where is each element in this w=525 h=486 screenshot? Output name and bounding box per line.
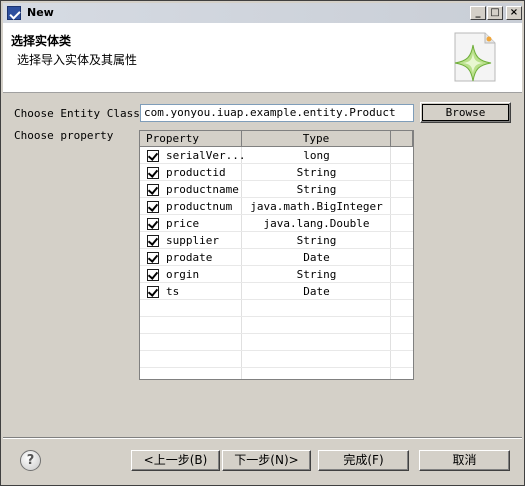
table-row[interactable]: serialVer... long	[140, 147, 413, 164]
back-button[interactable]: <上一步(B)	[131, 450, 220, 471]
table-row[interactable]: prodate Date	[140, 249, 413, 266]
cancel-button[interactable]: 取消	[419, 450, 510, 471]
checkbox-checked-icon[interactable]	[147, 201, 159, 213]
property-name-cell: orgin	[166, 268, 200, 281]
page-title: 选择实体类	[11, 34, 72, 48]
table-row[interactable]: productname String	[140, 181, 413, 198]
property-type-cell: java.math.BigInteger	[250, 200, 383, 213]
table-header: Property Type	[140, 131, 413, 147]
window-title: New	[27, 6, 54, 19]
wizard-banner-icon	[454, 32, 496, 82]
property-name-cell: ts	[166, 285, 180, 298]
checkbox-checked-icon[interactable]	[147, 218, 159, 230]
new-wizard-dialog: New _ □ × 选择实体类 选择导入实体及其属性 Choose Entity…	[0, 0, 525, 486]
title-bar[interactable]: New _ □ ×	[3, 3, 522, 23]
choose-property-label: Choose property	[14, 129, 114, 142]
checkbox-checked-icon[interactable]	[147, 167, 159, 179]
wizard-header: 选择实体类 选择导入实体及其属性	[3, 23, 522, 93]
checkbox-checked-icon[interactable]	[147, 150, 159, 162]
minimize-button[interactable]: _	[470, 6, 486, 20]
property-type-cell: java.lang.Double	[263, 217, 370, 230]
property-type-cell: Date	[303, 285, 330, 298]
page-subtitle: 选择导入实体及其属性	[17, 53, 138, 67]
checkbox-checked-icon[interactable]	[147, 252, 159, 264]
property-name-cell: productname	[166, 183, 239, 196]
browse-button[interactable]: Browse	[420, 102, 511, 123]
empty-row	[140, 351, 413, 368]
table-row[interactable]: ts Date	[140, 283, 413, 300]
property-table[interactable]: Property Type serialVer... long productid S…	[139, 130, 414, 380]
property-name-cell: serialVer...	[166, 149, 246, 162]
column-header-filler	[391, 131, 413, 147]
empty-row	[140, 300, 413, 317]
property-type-cell: String	[296, 234, 337, 247]
column-header-property[interactable]: Property	[140, 131, 242, 147]
table-row[interactable]: orgin String	[140, 266, 413, 283]
entity-class-label: Choose Entity Class	[14, 107, 140, 120]
entity-class-field[interactable]: com.yonyou.iuap.example.entity.Product	[140, 104, 414, 122]
finish-button[interactable]: 完成(F)	[318, 450, 409, 471]
checkbox-checked-icon[interactable]	[147, 286, 159, 298]
footer-separator	[3, 437, 522, 439]
table-row[interactable]: price java.lang.Double	[140, 215, 413, 232]
property-type-cell: long	[303, 149, 330, 162]
next-button[interactable]: 下一步(N)>	[222, 450, 311, 471]
table-row[interactable]: productnum java.math.BigInteger	[140, 198, 413, 215]
property-type-cell: String	[296, 183, 337, 196]
property-type-cell: String	[296, 268, 337, 281]
table-row[interactable]: productid String	[140, 164, 413, 181]
maximize-button[interactable]: □	[487, 6, 503, 20]
checkbox-checked-icon[interactable]	[147, 269, 159, 281]
close-button[interactable]: ×	[506, 6, 522, 20]
property-type-cell: String	[296, 166, 337, 179]
help-icon[interactable]: ?	[20, 450, 41, 471]
property-name-cell: productid	[166, 166, 226, 179]
property-name-cell: productnum	[166, 200, 233, 213]
empty-row	[140, 334, 413, 351]
property-name-cell: price	[166, 217, 200, 230]
property-type-cell: Date	[303, 251, 330, 264]
empty-row	[140, 368, 413, 379]
column-header-type[interactable]: Type	[242, 131, 391, 147]
empty-row	[140, 317, 413, 334]
property-name-cell: supplier	[166, 234, 219, 247]
property-name-cell: prodate	[166, 251, 213, 264]
checkbox-checked-icon[interactable]	[147, 235, 159, 247]
checkbox-checked-icon[interactable]	[147, 184, 159, 196]
app-icon	[7, 6, 21, 20]
table-row[interactable]: supplier String	[140, 232, 413, 249]
